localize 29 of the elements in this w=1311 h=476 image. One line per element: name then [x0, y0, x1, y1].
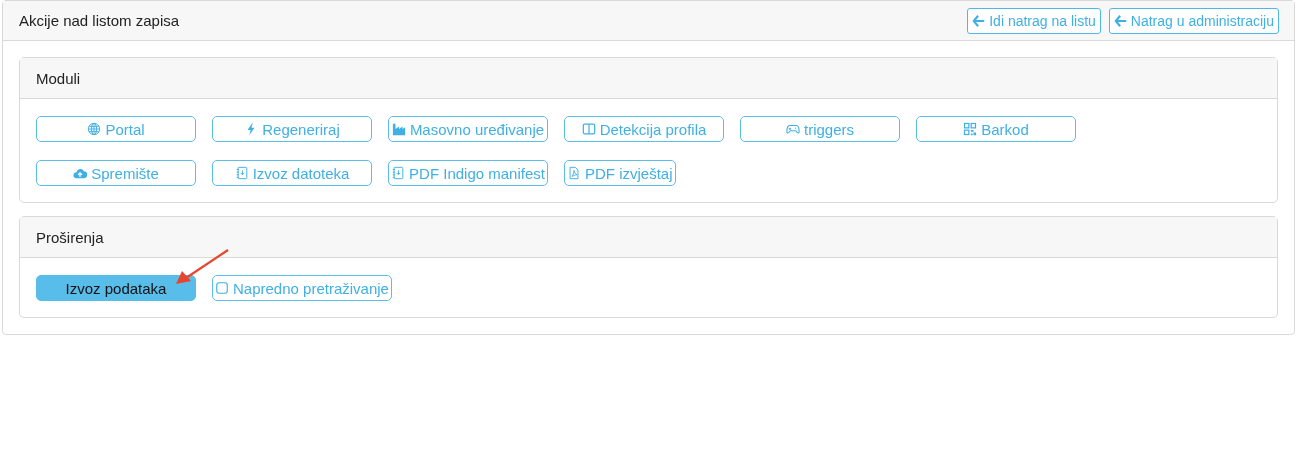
- action-button[interactable]: PDF Indigo manifest: [388, 160, 548, 186]
- action-button[interactable]: Natrag u administraciju: [1108, 7, 1279, 34]
- action-button[interactable]: Portal: [36, 116, 196, 142]
- qr-code-icon: [963, 122, 978, 136]
- arrow-left-icon: [1113, 13, 1128, 28]
- checkbox-icon: [215, 281, 229, 295]
- section-title: Moduli: [36, 69, 81, 87]
- action-button[interactable]: Idi natrag na listu: [967, 7, 1101, 34]
- action-button[interactable]: Regeneriraj: [212, 116, 372, 142]
- arrow-left-icon: [972, 13, 987, 28]
- document-download-icon: [391, 166, 406, 180]
- gamepad-icon: [786, 122, 800, 136]
- action-button[interactable]: triggers: [740, 116, 900, 142]
- action-button[interactable]: Izvoz datoteka: [212, 160, 372, 186]
- pdf-file-icon: [567, 166, 581, 180]
- action-button[interactable]: Detekcija profila: [564, 116, 724, 142]
- document-download-icon: [234, 166, 249, 180]
- factory-icon: [391, 122, 406, 136]
- columns-icon: [581, 122, 596, 136]
- action-button[interactable]: PDF izvještaj: [564, 160, 676, 186]
- panel-title: Akcije nad listom zapisa: [19, 12, 180, 29]
- cloud-upload-icon: [73, 166, 88, 180]
- action-button[interactable]: Izvoz podataka: [36, 275, 196, 301]
- action-button[interactable]: Spremište: [36, 160, 196, 186]
- globe-icon: [87, 122, 102, 136]
- action-button[interactable]: Masovno uređivanje: [388, 116, 548, 142]
- action-button[interactable]: Barkod: [916, 116, 1076, 142]
- action-button[interactable]: Napredno pretraživanje: [212, 275, 392, 301]
- section-title: Proširenja: [36, 228, 104, 246]
